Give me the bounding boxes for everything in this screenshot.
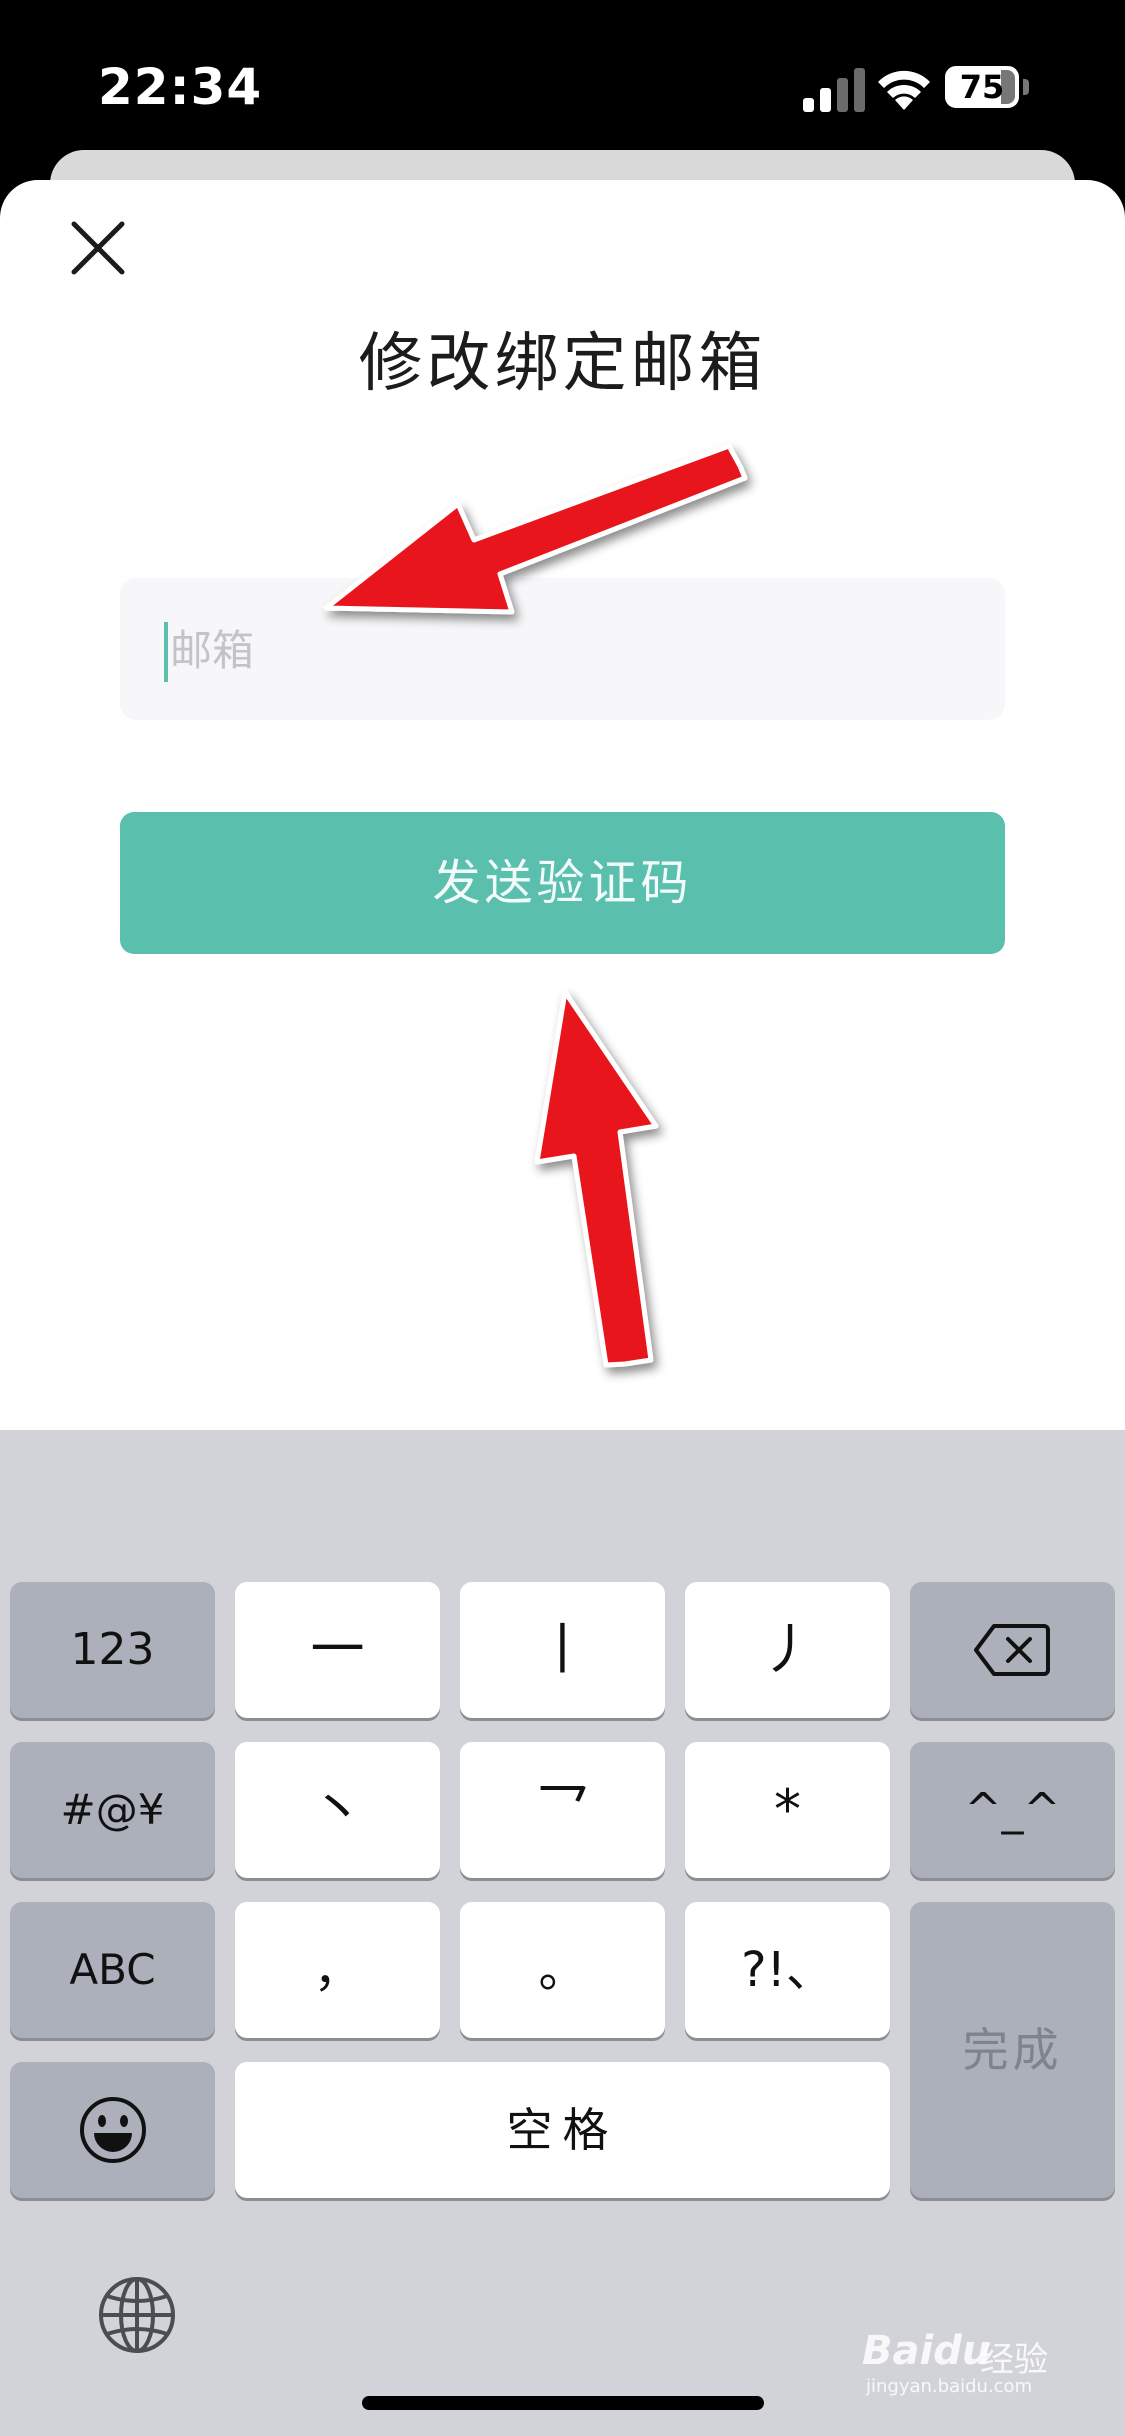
key-punctuation[interactable]: ?!、 <box>685 1902 890 2038</box>
key-period-label: 。 <box>538 1942 587 1998</box>
key-stroke-shu[interactable]: 丨 <box>460 1582 665 1718</box>
key-123[interactable]: 123 <box>10 1582 215 1718</box>
key-comma[interactable]: ， <box>235 1902 440 2038</box>
key-stroke-dian[interactable]: 丶 <box>235 1742 440 1878</box>
globe-icon[interactable] <box>96 2274 178 2356</box>
send-verification-code-button[interactable]: 发送验证码 <box>120 812 1005 954</box>
key-stroke-zhe-label: 乛 <box>535 1778 590 1841</box>
space-key[interactable]: 空格 <box>235 2062 890 2198</box>
space-key-label: 空格 <box>506 2103 619 2157</box>
page-title: 修改绑定邮箱 <box>358 327 767 401</box>
delete-key[interactable] <box>910 1582 1115 1718</box>
key-wildcard-label: * <box>774 1778 801 1841</box>
home-indicator[interactable] <box>362 2396 764 2410</box>
key-abc[interactable]: ABC <box>10 1902 215 2038</box>
key-stroke-pie-label: 丿 <box>760 1618 815 1681</box>
key-stroke-heng[interactable]: 一 <box>235 1582 440 1718</box>
baidu-jingyan-watermark: Baidu 经验 jingyan.baidu.com <box>862 2328 1072 2398</box>
key-123-label: 123 <box>70 1624 155 1675</box>
email-input[interactable] <box>168 608 972 692</box>
key-emoticon[interactable]: ^_^ <box>910 1742 1115 1878</box>
key-comma-label: ， <box>313 1942 362 1998</box>
cellular-signal-icon <box>803 68 865 112</box>
close-icon[interactable] <box>62 212 134 284</box>
key-stroke-dian-label: 丶 <box>310 1778 365 1841</box>
done-key[interactable]: 完成 <box>910 1902 1115 2198</box>
battery-icon: 75 <box>945 66 1033 112</box>
key-stroke-heng-label: 一 <box>310 1618 365 1681</box>
wifi-icon <box>878 70 930 110</box>
status-bar: 22:34 75 <box>0 0 1125 150</box>
key-symbols-label: #@¥ <box>60 1785 165 1834</box>
key-period[interactable]: 。 <box>460 1902 665 2038</box>
done-key-label: 完成 <box>962 2023 1063 2077</box>
watermark-cn-text: 经验 <box>980 2340 1048 2380</box>
key-stroke-zhe[interactable]: 乛 <box>460 1742 665 1878</box>
key-wildcard[interactable]: * <box>685 1742 890 1878</box>
watermark-url: jingyan.baidu.com <box>866 2376 1033 2397</box>
emoji-icon <box>80 2097 146 2163</box>
key-punctuation-label: ?!、 <box>741 1942 834 1998</box>
status-time: 22:34 <box>98 58 263 116</box>
battery-percent: 75 <box>959 68 1005 106</box>
backspace-icon <box>974 1624 1050 1676</box>
key-symbols[interactable]: #@¥ <box>10 1742 215 1878</box>
emoji-key[interactable] <box>10 2062 215 2198</box>
key-emoticon-label: ^_^ <box>964 1784 1061 1835</box>
key-stroke-shu-label: 丨 <box>535 1618 590 1681</box>
watermark-logo-text: Baidu <box>862 2328 991 2374</box>
key-abc-label: ABC <box>69 1945 156 1994</box>
email-field[interactable] <box>120 578 1005 720</box>
key-stroke-pie[interactable]: 丿 <box>685 1582 890 1718</box>
